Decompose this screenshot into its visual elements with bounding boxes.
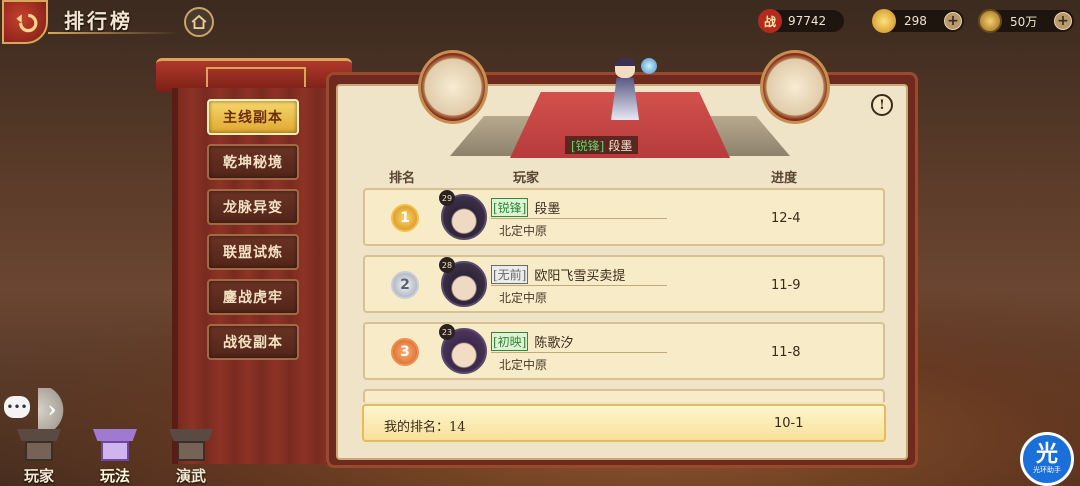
nav-martial[interactable]: 演武 [160,420,222,486]
nav-gameplay[interactable]: 玩法 [84,420,146,486]
bottom-nav: 玩家 玩法 演武 [0,416,230,486]
top-player-character[interactable] [603,50,657,132]
menu-item-dragon-vein[interactable]: 龙脉异变 [207,189,299,225]
back-arrow-icon [16,13,38,33]
helper-label: 光环助手 [1033,466,1061,474]
player-progress: 12-4 [771,211,801,226]
ranking-list[interactable]: 1 29 [锐锋] 段墨 北定中原 12-4 2 28 [无前] 欧阳飞雪买卖提… [363,188,885,402]
player-name-group: [初映] 陈歌汐 [491,332,573,351]
pavilion-icon [17,423,61,463]
player-name: 陈歌汐 [534,336,574,351]
title-wrap: 排行榜 [48,2,168,36]
copper-coin-value: 50万 [1010,14,1038,29]
player-progress: 11-9 [771,278,801,293]
player-server: 北定中原 [499,358,548,372]
my-rank-progress: 10-1 [774,416,804,431]
player-name-group: [无前] 欧阳飞雪买卖提 [491,265,625,284]
gold-ingot-display: 298 + [872,9,964,33]
table-row[interactable]: 3 23 [初映] 陈歌汐 北定中原 11-8 [363,322,885,380]
table-row[interactable]: 2 28 [无前] 欧阳飞雪买卖提 北定中原 11-9 [363,255,885,313]
gold-medal-icon: 1 [391,204,419,232]
helper-app-button[interactable]: 光 光环助手 [1020,432,1074,486]
player-level: 29 [439,190,455,206]
add-gold-button[interactable]: + [944,12,962,30]
nav-label: 玩法 [99,467,130,485]
player-progress: 11-8 [771,345,801,360]
gold-ingot-value: 298 [904,14,927,28]
top-bar: 排行榜 战 97742 298 + 50万 + [0,0,1080,44]
battle-power-value: 97742 [788,14,827,28]
player-avatar[interactable]: 23 [439,324,489,376]
back-button[interactable] [2,0,48,44]
menu-item-alliance-trial[interactable]: 联盟试炼 [207,234,299,270]
pavilion-icon [169,423,213,463]
player-tag: [初映] [491,332,529,351]
nav-label: 演武 [175,467,206,485]
pagoda-roof [156,58,352,92]
info-button[interactable]: ! [871,94,893,116]
player-level: 28 [439,257,455,273]
player-name-group: [锐锋] 段墨 [491,198,560,217]
my-rank-label: 我的排名：14 [384,416,466,435]
bronze-medal-icon: 3 [391,338,419,366]
copper-coin-display: 50万 + [978,9,1074,33]
player-server: 北定中原 [499,224,548,238]
table-row[interactable] [363,389,885,402]
player-server: 北定中原 [499,291,548,305]
top-player-tag: [锐锋] [571,138,605,153]
player-avatar[interactable]: 29 [439,190,489,242]
gold-ingot-icon [872,9,896,33]
divider [491,285,667,286]
divider [491,218,667,219]
pavilion-icon [93,423,137,463]
nav-label: 玩家 [23,467,54,485]
nav-players[interactable]: 玩家 [8,420,70,486]
menu-item-campaign-dungeon[interactable]: 战役副本 [207,324,299,360]
copper-coin-icon [978,9,1002,33]
left-drum-icon [418,50,488,124]
chat-button[interactable]: ••• [4,396,30,418]
helper-logo-icon: 光 [1035,441,1058,467]
header-rank: 排名 [389,171,416,186]
page-title: 排行榜 [64,8,133,33]
my-rank-value: 14 [449,420,466,435]
player-level: 23 [439,324,455,340]
menu-item-hulao-battle[interactable]: 鏖战虎牢 [207,279,299,315]
home-button[interactable] [184,7,214,37]
top-player-nameplate: [锐锋] 段墨 [565,136,639,154]
menu-item-main-dungeon[interactable]: 主线副本 [207,99,299,135]
silver-medal-icon: 2 [391,271,419,299]
menu-item-secret-realm[interactable]: 乾坤秘境 [207,144,299,180]
top-player-name: 段墨 [608,138,633,153]
player-name: 欧阳飞雪买卖提 [534,269,626,284]
chat-bubble-icon: ••• [6,400,28,414]
right-drum-icon [760,50,830,124]
battle-power-icon: 战 [758,9,782,33]
category-menu: 主线副本 乾坤秘境 龙脉异变 联盟试炼 鏖战虎牢 战役副本 [207,99,301,369]
player-tag: [锐锋] [491,198,529,217]
my-rank-label-text: 我的排名： [384,420,450,435]
player-name: 段墨 [534,202,561,217]
home-icon [191,14,207,29]
table-header: 排名 玩家 进度 [363,164,883,186]
player-avatar[interactable]: 28 [439,257,489,309]
player-tag: [无前] [491,265,529,284]
battle-power-display: 战 97742 [758,9,844,33]
title-underline [48,32,178,34]
my-rank-bar: 我的排名：14 10-1 [362,404,886,442]
add-coin-button[interactable]: + [1054,12,1072,30]
header-player: 玩家 [513,171,540,186]
divider [491,352,667,353]
header-progress: 进度 [771,171,798,186]
table-row[interactable]: 1 29 [锐锋] 段墨 北定中原 12-4 [363,188,885,246]
